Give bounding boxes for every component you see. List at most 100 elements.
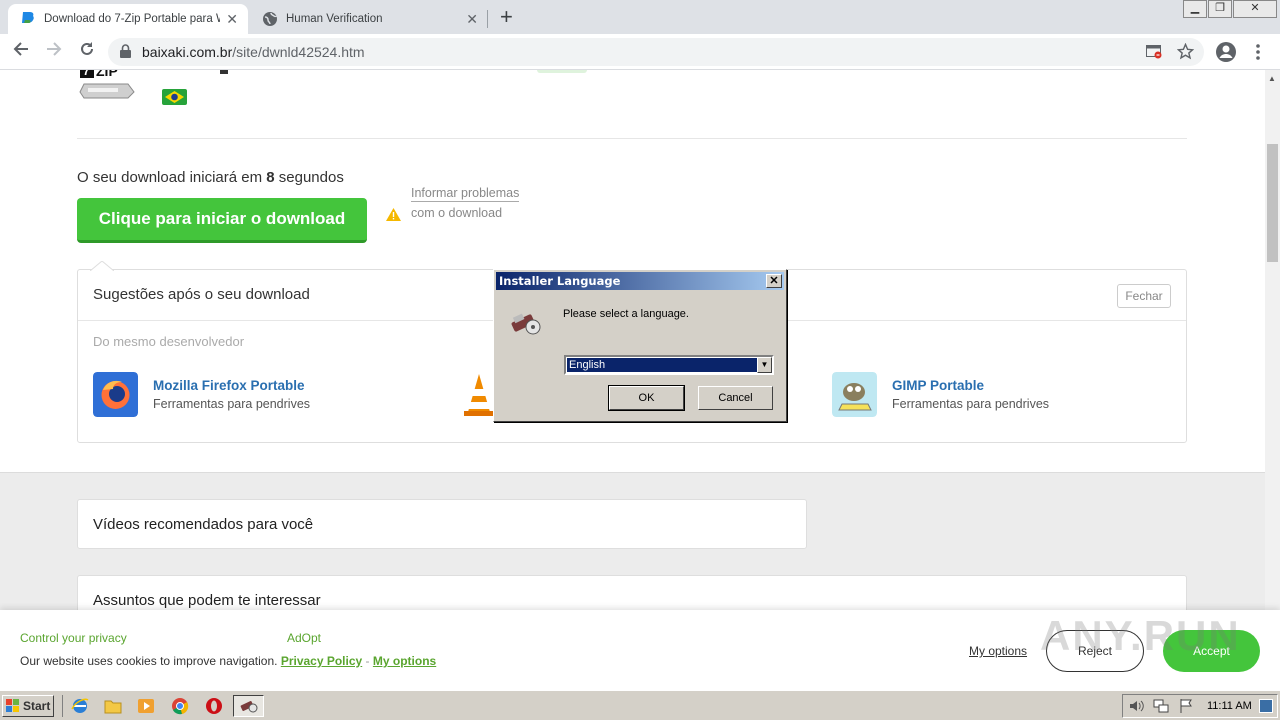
app-name: Mozilla Firefox Portable xyxy=(153,378,305,393)
decorative-arc xyxy=(537,70,587,73)
baixaki-favicon-icon xyxy=(22,12,34,23)
reload-icon[interactable] xyxy=(78,40,96,58)
app-category: Ferramentas para pendrives xyxy=(892,397,1050,411)
close-icon: ✕ xyxy=(1250,2,1260,14)
lock-icon xyxy=(120,44,131,58)
report-problem-link[interactable]: Informar problemas xyxy=(411,186,520,202)
installer-icon xyxy=(511,313,541,335)
countdown-text: O seu download iniciará em 8 segundos xyxy=(77,169,344,186)
restore-button[interactable]: ❐ xyxy=(1208,0,1232,18)
warning-icon xyxy=(386,208,401,221)
language-select[interactable]: English ▼ xyxy=(564,355,774,375)
chevron-down-icon[interactable]: ▼ xyxy=(757,357,772,373)
dialog-close-button[interactable]: ✕ xyxy=(766,274,782,288)
url-path: /site/dwnld42524.htm xyxy=(232,44,365,60)
dialog-prompt: Please select a language. xyxy=(563,308,689,320)
vlc-portable-icon[interactable] xyxy=(462,372,496,417)
firefox-portable-icon xyxy=(93,372,138,417)
adopt-brand: AdOpt xyxy=(287,631,322,645)
page-scrollbar[interactable]: ▲ ▼ xyxy=(1265,70,1280,690)
cookie-consent-bar: Control your privacy AdOpt Our website u… xyxy=(0,610,1280,690)
restore-icon: ❐ xyxy=(1215,2,1225,14)
my-options-button[interactable]: My options xyxy=(969,644,1027,658)
minimize-button[interactable]: ▁ xyxy=(1183,0,1207,18)
windows-logo-icon xyxy=(6,699,19,712)
countdown-prefix: O seu download iniciará em xyxy=(77,169,267,186)
tab-7zip-download[interactable]: Download do 7-Zip Portable para Windows … xyxy=(8,4,248,34)
start-download-button[interactable]: Clique para iniciar o download xyxy=(77,198,367,243)
report-problem-link-line2[interactable]: com o download xyxy=(411,206,502,220)
title-fragment xyxy=(220,70,228,74)
7zip-portable-app-icon: 7 ZIP xyxy=(79,70,135,99)
installer-language-dialog: Installer Language ✕ Please select a lan… xyxy=(493,269,787,422)
tab-close-icon[interactable]: ✕ xyxy=(466,11,478,28)
back-icon[interactable] xyxy=(12,40,30,58)
my-options-link[interactable]: My options xyxy=(373,654,436,668)
tab-title: Download do 7-Zip Portable para Windows xyxy=(44,13,220,25)
media-player-icon[interactable] xyxy=(137,697,155,715)
url-host: baixaki.com.br xyxy=(142,44,233,60)
gimp-portable-icon xyxy=(832,372,877,417)
suggestions-title: Sugestões após o seu download xyxy=(93,286,310,303)
cookie-message-line: Our website uses cookies to improve navi… xyxy=(20,654,436,668)
clock: 11:11 AM xyxy=(1207,700,1252,712)
internet-explorer-icon[interactable] xyxy=(71,697,89,715)
installer-icon xyxy=(240,701,258,713)
app-category: Ferramentas para pendrives xyxy=(153,397,311,411)
cookie-heading: Control your privacy xyxy=(20,631,127,645)
start-label: Start xyxy=(23,699,51,713)
divider xyxy=(77,138,1187,139)
selected-language: English xyxy=(567,358,757,372)
tab-human-verification[interactable]: Human Verification ✕ xyxy=(250,4,488,34)
file-explorer-icon[interactable] xyxy=(104,697,122,715)
panel-pointer xyxy=(90,261,114,271)
videos-title: Vídeos recomendados para você xyxy=(93,516,314,533)
minimize-icon: ▁ xyxy=(1190,2,1200,14)
privacy-policy-link[interactable]: Privacy Policy xyxy=(281,654,362,668)
show-desktop-icon[interactable] xyxy=(1259,699,1273,713)
scroll-up-arrow-icon[interactable]: ▲ xyxy=(1268,74,1276,83)
svg-text:ZIP: ZIP xyxy=(96,70,118,79)
taskbar-installer-button[interactable] xyxy=(233,695,264,717)
topics-title: Assuntos que podem te interessar xyxy=(93,592,321,609)
dialog-title: Installer Language xyxy=(499,274,621,288)
new-tab-button[interactable]: + xyxy=(500,5,513,29)
account-icon[interactable] xyxy=(1215,41,1237,63)
scrollbar-thumb[interactable] xyxy=(1267,144,1278,262)
close-icon: ✕ xyxy=(769,275,779,287)
bookmark-star-icon[interactable] xyxy=(1177,43,1194,60)
browser-toolbar: baixaki.com.br/site/dwnld42524.htm xyxy=(0,34,1280,70)
anyrun-watermark: ANY.RUN xyxy=(1040,612,1241,659)
start-button[interactable]: Start xyxy=(2,695,54,717)
forward-icon[interactable] xyxy=(45,40,63,58)
close-window-button[interactable]: ✕ xyxy=(1233,0,1277,18)
tab-title: Human Verification xyxy=(286,13,383,25)
opera-icon[interactable] xyxy=(205,697,223,715)
chrome-icon[interactable] xyxy=(171,697,189,715)
system-tray: 11:11 AM xyxy=(1122,694,1278,718)
action-center-flag-icon[interactable] xyxy=(1178,698,1194,714)
network-icon[interactable] xyxy=(1153,698,1169,714)
address-bar[interactable]: baixaki.com.br/site/dwnld42524.htm xyxy=(108,38,1204,66)
tab-strip: Download do 7-Zip Portable para Windows … xyxy=(0,0,1280,34)
cancel-button[interactable]: Cancel xyxy=(698,386,773,410)
menu-icon[interactable] xyxy=(1255,44,1261,60)
ok-button[interactable]: OK xyxy=(609,386,684,410)
cookie-message: Our website uses cookies to improve navi… xyxy=(20,654,278,668)
popup-blocked-icon[interactable] xyxy=(1146,45,1162,59)
app-name: GIMP Portable xyxy=(892,378,985,393)
brazil-flag-icon xyxy=(162,89,187,105)
volume-icon[interactable] xyxy=(1128,698,1144,714)
windows-taskbar: Start 11:11 AM xyxy=(0,690,1280,720)
separator: - xyxy=(365,654,370,668)
countdown-seconds: 8 xyxy=(266,169,275,186)
tab-close-icon[interactable]: ✕ xyxy=(226,11,238,28)
videos-panel: Vídeos recomendados para você xyxy=(77,499,807,549)
close-suggestions-button[interactable]: Fechar xyxy=(1117,284,1171,308)
globe-icon xyxy=(263,12,277,26)
section-label: Do mesmo desenvolvedor xyxy=(93,334,245,349)
url-text: baixaki.com.br/site/dwnld42524.htm xyxy=(142,44,365,60)
taskbar-divider xyxy=(62,695,63,717)
countdown-suffix: segundos xyxy=(274,169,344,186)
svg-text:7: 7 xyxy=(83,70,90,78)
